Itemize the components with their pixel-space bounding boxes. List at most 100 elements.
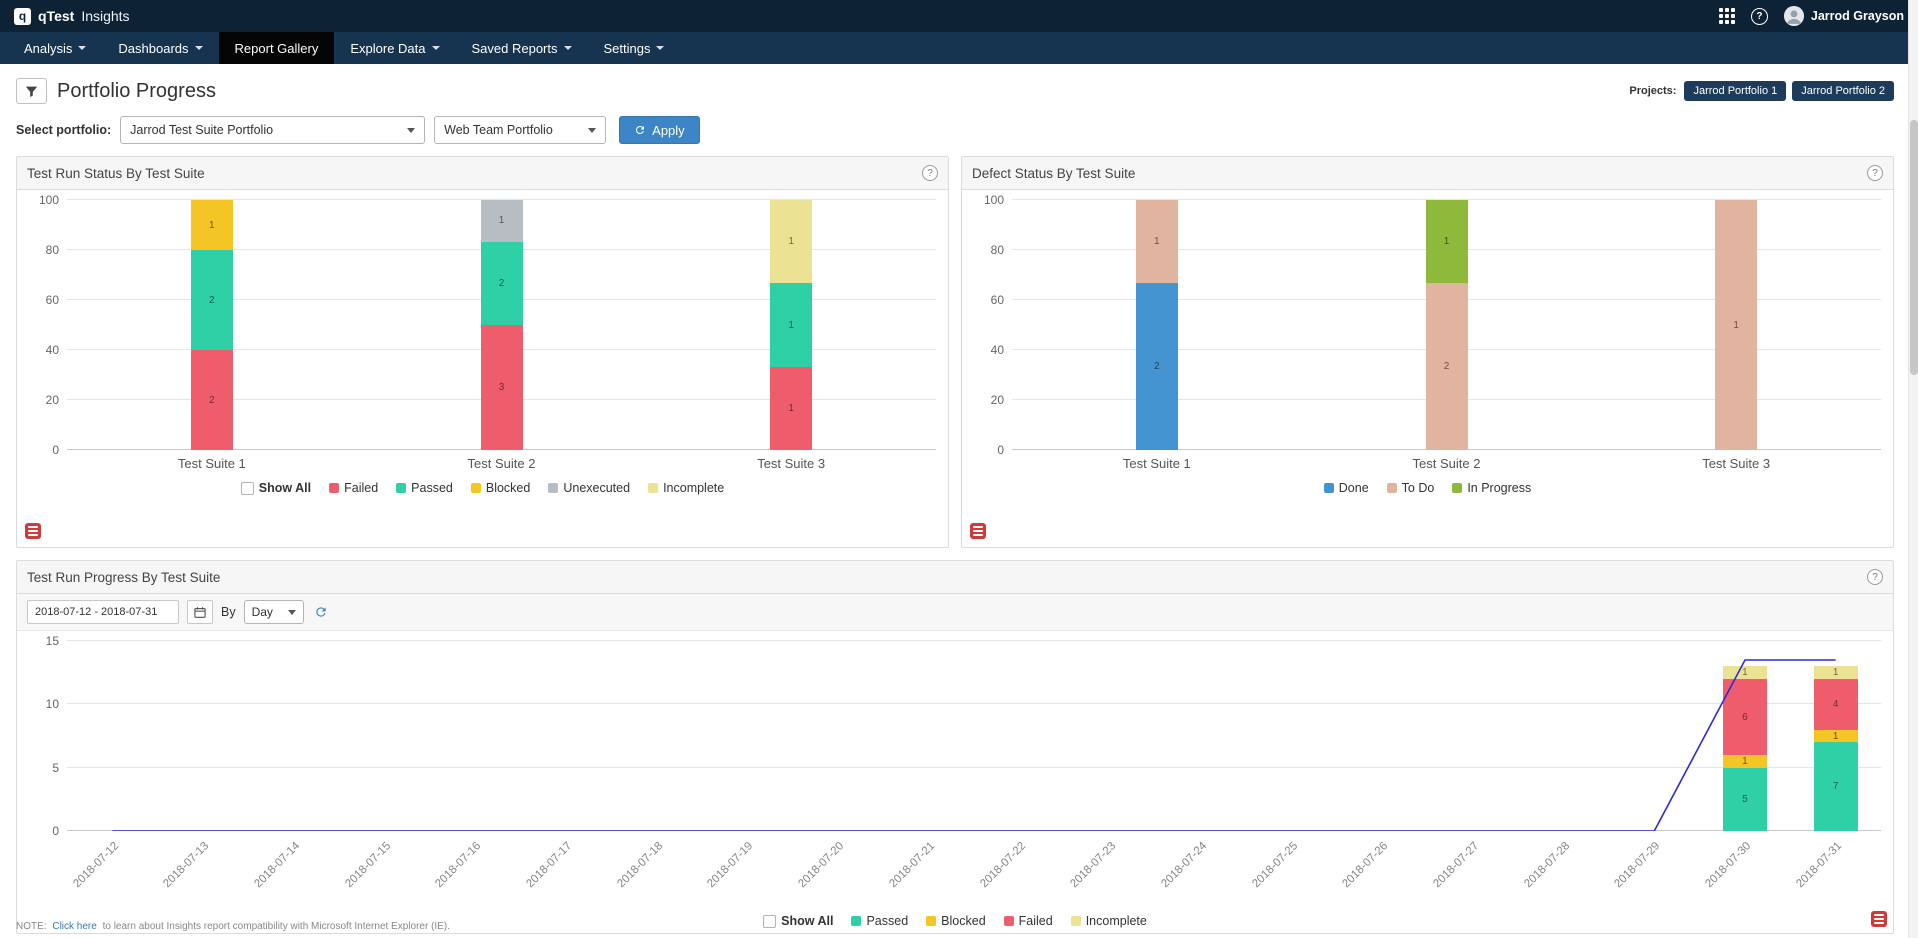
- team-portfolio-select[interactable]: Web Team Portfolio: [434, 116, 606, 144]
- panel-help-icon[interactable]: ?: [1867, 165, 1883, 181]
- y-axis-tick-label: 15: [46, 634, 59, 648]
- refresh-button[interactable]: [312, 603, 330, 621]
- show-all-toggle[interactable]: Show All: [241, 481, 311, 495]
- legend-item-blocked[interactable]: Blocked: [471, 481, 530, 495]
- menu-label: Settings: [604, 41, 651, 56]
- bar-test-suite-3[interactable]: 1: [1715, 200, 1757, 450]
- panel-help-icon[interactable]: ?: [922, 165, 938, 181]
- legend-item-done[interactable]: Done: [1324, 481, 1369, 495]
- legend-label: Passed: [411, 481, 453, 495]
- x-axis-label: 2018-07-21: [887, 840, 937, 890]
- x-axis-label: Test Suite 3: [757, 456, 825, 471]
- apply-button[interactable]: Apply: [619, 116, 700, 144]
- segment-value-label: 1: [1833, 667, 1839, 678]
- legend-item-incomplete[interactable]: Incomplete: [1071, 914, 1147, 928]
- project-badge-2[interactable]: Jarrod Portfolio 2: [1792, 81, 1894, 101]
- segment-blocked[interactable]: 1: [1814, 730, 1858, 743]
- segment-failed[interactable]: 1: [770, 367, 812, 450]
- legend-swatch: [1004, 916, 1014, 926]
- scrollbar-thumb[interactable]: [1910, 120, 1918, 375]
- segment-to-do[interactable]: 1: [1715, 200, 1757, 450]
- bar-2018-07-31[interactable]: 7141: [1814, 641, 1858, 831]
- segment-passed[interactable]: 2: [481, 242, 523, 325]
- export-icon[interactable]: [970, 523, 986, 539]
- calendar-button[interactable]: [187, 600, 213, 624]
- filter-button[interactable]: [16, 78, 47, 104]
- menu-item-saved-reports[interactable]: Saved Reports: [456, 32, 588, 64]
- menu-item-settings[interactable]: Settings: [588, 32, 681, 64]
- panel-help-icon[interactable]: ?: [1867, 569, 1883, 585]
- charts-row: Test Run Status By Test Suite ? 02040608…: [16, 156, 1894, 548]
- menu-item-explore-data[interactable]: Explore Data: [334, 32, 455, 64]
- segment-in-progress[interactable]: 1: [1426, 200, 1468, 283]
- menu-item-report-gallery[interactable]: Report Gallery: [219, 32, 335, 64]
- date-range-input[interactable]: [27, 600, 179, 624]
- segment-unexecuted[interactable]: 1: [481, 200, 523, 242]
- vertical-scrollbar[interactable]: [1908, 0, 1918, 938]
- segment-to-do[interactable]: 2: [1426, 283, 1468, 450]
- interval-select[interactable]: Day: [244, 600, 304, 624]
- export-icon[interactable]: [1871, 911, 1887, 927]
- panel-header: Defect Status By Test Suite ?: [962, 157, 1893, 190]
- x-axis-label: 2018-07-18: [615, 840, 665, 890]
- segment-failed[interactable]: 3: [481, 325, 523, 450]
- segment-incomplete[interactable]: 1: [1814, 666, 1858, 679]
- show-all-checkbox[interactable]: [763, 915, 776, 928]
- bar-test-suite-1[interactable]: 221: [191, 200, 233, 450]
- y-axis-tick-label: 100: [984, 193, 1004, 207]
- legend-item-passed[interactable]: Passed: [396, 481, 453, 495]
- bar-test-suite-1[interactable]: 21: [1136, 200, 1178, 450]
- plot-area: 221321111: [67, 200, 936, 450]
- segment-passed[interactable]: 5: [1723, 768, 1767, 831]
- x-axis-label: 2018-07-24: [1159, 840, 1209, 890]
- help-icon[interactable]: ?: [1751, 8, 1768, 25]
- combo-chart: 051015 51617141 2018-07-122018-07-132018…: [29, 641, 1881, 907]
- brand-name: qTest: [38, 8, 74, 24]
- show-all-toggle[interactable]: Show All: [763, 914, 833, 928]
- segment-value-label: 1: [1154, 236, 1160, 247]
- legend-item-unexecuted[interactable]: Unexecuted: [548, 481, 630, 495]
- segment-failed[interactable]: 6: [1723, 679, 1767, 755]
- segment-passed[interactable]: 7: [1814, 742, 1858, 831]
- segment-failed[interactable]: 4: [1814, 679, 1858, 730]
- segment-incomplete[interactable]: 1: [1723, 666, 1767, 679]
- project-badge-1[interactable]: Jarrod Portfolio 1: [1684, 81, 1786, 101]
- qtest-brand[interactable]: q qTest Insights: [14, 8, 130, 25]
- legend-item-blocked[interactable]: Blocked: [926, 914, 985, 928]
- user-menu[interactable]: Jarrod Grayson: [1784, 6, 1904, 26]
- legend-item-to-do[interactable]: To Do: [1387, 481, 1435, 495]
- legend-label: Unexecuted: [563, 481, 630, 495]
- segment-blocked[interactable]: 1: [1723, 755, 1767, 768]
- footer-link[interactable]: Click here: [52, 921, 96, 932]
- plot-area: 21211: [1012, 200, 1881, 450]
- segment-blocked[interactable]: 1: [191, 200, 233, 250]
- segment-passed[interactable]: 1: [770, 283, 812, 366]
- bar-test-suite-3[interactable]: 111: [770, 200, 812, 450]
- segment-incomplete[interactable]: 1: [770, 200, 812, 283]
- legend-swatch: [926, 916, 936, 926]
- main-menu: Analysis Dashboards Report Gallery Explo…: [0, 32, 1918, 64]
- chevron-down-icon: [588, 128, 596, 133]
- panel-body: 020406080100 21211 Test Suite 1Test Suit…: [962, 190, 1893, 547]
- app-launcher-icon[interactable]: [1719, 8, 1735, 24]
- bar-2018-07-30[interactable]: 5161: [1723, 641, 1767, 831]
- show-all-checkbox[interactable]: [241, 482, 254, 495]
- segment-failed[interactable]: 2: [191, 350, 233, 450]
- bar-test-suite-2[interactable]: 21: [1426, 200, 1468, 450]
- legend-item-in-progress[interactable]: In Progress: [1452, 481, 1531, 495]
- legend-item-incomplete[interactable]: Incomplete: [648, 481, 724, 495]
- user-avatar-icon: [1784, 6, 1804, 26]
- export-icon[interactable]: [25, 523, 41, 539]
- menu-item-analysis[interactable]: Analysis: [8, 32, 102, 64]
- portfolio-select[interactable]: Jarrod Test Suite Portfolio: [120, 116, 425, 144]
- legend-item-passed[interactable]: Passed: [851, 914, 908, 928]
- segment-passed[interactable]: 2: [191, 250, 233, 350]
- segment-to-do[interactable]: 1: [1136, 200, 1178, 283]
- legend-item-failed[interactable]: Failed: [1004, 914, 1053, 928]
- bar-test-suite-2[interactable]: 321: [481, 200, 523, 450]
- segment-done[interactable]: 2: [1136, 283, 1178, 450]
- menu-item-dashboards[interactable]: Dashboards: [102, 32, 218, 64]
- chart-legend: Done To Do In Progress: [974, 481, 1881, 495]
- legend-label: Failed: [1019, 914, 1053, 928]
- legend-item-failed[interactable]: Failed: [329, 481, 378, 495]
